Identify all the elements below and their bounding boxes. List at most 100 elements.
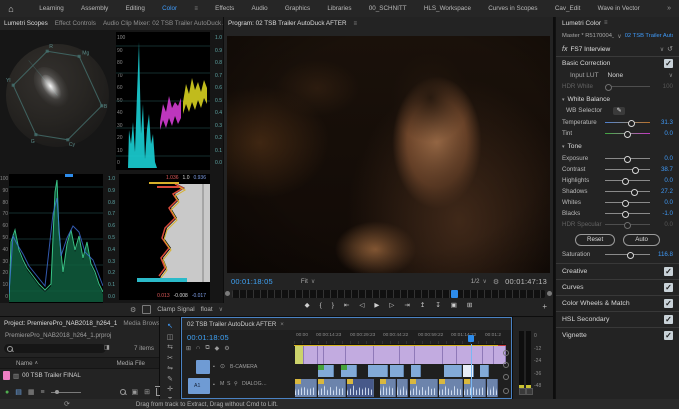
timeline-timecode[interactable]: 00:01:18:05 [187,333,229,342]
track-lock-icon[interactable]: ▪ [213,382,215,388]
hdr-specular-value[interactable]: 0.0 [655,221,673,228]
label-color-chip[interactable] [3,371,10,380]
blacks-slider[interactable] [605,213,650,214]
cutaway-clip[interactable] [480,365,489,377]
whites-slider-knob[interactable] [622,200,629,207]
filter-inout-button[interactable]: ◨ [104,344,110,351]
workspace-tab-audio[interactable]: Audio [252,5,268,12]
slip-tool[interactable]: ⇋ [167,365,173,373]
program-monitor-title[interactable]: Program: 02 TSB Trailer AutoDuck AFTER [228,20,347,27]
track-select-tool[interactable]: ◫ [167,334,174,342]
razor-tool[interactable]: ✂ [167,355,173,363]
step-back-button[interactable]: ◁ [357,300,366,312]
project-writable-toggle[interactable]: ● [5,389,9,396]
scopes-wrench-icon[interactable]: ⚙ [130,306,136,314]
solo-button[interactable]: S [227,381,230,387]
whites-value[interactable]: 0.0 [655,199,673,206]
workspace-tab-hls-workspace[interactable]: HLS_Workspace [424,5,471,12]
video-track-target-v1[interactable] [196,360,210,374]
cutaway-clip[interactable] [368,365,388,377]
audio-clip[interactable] [439,379,463,397]
contrast-value[interactable]: 38.7 [655,166,673,173]
contrast-slider[interactable] [605,169,650,170]
chevron-down-icon[interactable]: ∨ [660,46,664,53]
mark-in-button[interactable]: { [318,300,324,312]
video-clip[interactable] [483,346,494,364]
video-clip[interactable] [346,346,374,364]
shadows-slider[interactable] [605,191,650,192]
video-clip[interactable] [415,346,443,364]
auto-button[interactable]: Auto [623,234,660,245]
audio-clip[interactable] [487,379,498,397]
timeline-settings-button[interactable]: ⚙ [224,345,229,352]
blacks-slider-knob[interactable] [622,211,629,218]
workspace-tab-libraries[interactable]: Libraries [327,5,351,12]
shadows-value[interactable]: 27.2 [655,188,673,195]
cutaway-clip[interactable] [341,365,357,377]
workspace-tab-assembly[interactable]: Assembly [81,5,108,12]
hdr-specular-slider[interactable] [605,224,650,225]
home-icon[interactable]: ⌂ [0,4,22,14]
find-icon[interactable] [120,389,126,395]
track-scroll-knob[interactable] [503,388,509,394]
section-creative[interactable]: Creative✓ [556,263,679,279]
thumbnail-zoom-slider[interactable] [51,392,81,393]
workspace-tab-editing[interactable]: Editing [126,5,145,12]
tab-project[interactable]: Project: PremierePro_NAB2018_h264_1 [4,320,117,327]
lumetri-color-tab[interactable]: Lumetri Color [562,20,601,27]
media-item-title[interactable]: 00 TSB Trailer FINAL [22,372,81,379]
sort-icons-button[interactable]: ≡ [40,389,44,396]
master-clip-selector[interactable]: Master * R5170004_180… [562,33,614,39]
timeline-ruler[interactable]: 00:0000:00:14:2300:00:29:2300:00:44:2200… [294,331,506,345]
list-view-button[interactable]: ▤ [15,388,22,396]
panel-menu-icon[interactable]: ≡ [354,21,358,27]
new-bin-button[interactable]: ▣ [132,388,139,396]
timeline-tab[interactable]: 02 TSB Trailer AutoDuck AFTER [187,321,276,328]
workspace-overflow-icon[interactable]: » [667,5,679,12]
video-clip[interactable] [443,346,457,364]
workspace-tab-color[interactable]: Color [162,5,177,12]
workspace-tab-wave-in-vector[interactable]: Wave in Vector [598,5,640,12]
exposure-value[interactable]: 0.0 [655,155,673,162]
white-balance-header[interactable]: White Balance [568,96,611,103]
basic-correction-checkbox[interactable]: ✓ [664,59,673,68]
highlights-value[interactable]: 0.0 [655,177,673,184]
audio-clip[interactable] [347,379,374,397]
hdr-white-slider[interactable] [605,86,650,87]
track-scroll-knob[interactable] [503,374,509,380]
audio-clip[interactable] [295,379,317,397]
meter-solo-left[interactable] [519,388,526,395]
cutaway-clip[interactable] [411,365,421,377]
workspace-tab-cav-edit[interactable]: Cav_Edit [555,5,581,12]
selection-tool[interactable]: ↖ [167,323,173,331]
tint-slider-knob[interactable] [624,131,631,138]
snap-button[interactable]: ∩ [196,345,200,352]
track-eye-icon[interactable]: ⊙ [220,363,225,370]
timeline-playhead[interactable] [471,344,472,398]
add-marker-button[interactable]: ◆ [215,345,220,352]
go-to-in-button[interactable]: ⇤ [342,300,351,312]
step-forward-button[interactable]: ▷ [387,300,396,312]
reset-effect-icon[interactable]: ↺ [667,45,673,53]
export-frame-button[interactable]: ▣ [449,300,459,312]
cutaway-clip[interactable] [318,365,334,377]
program-timecode[interactable]: 00:01:18:05 [231,277,273,286]
track-scroll-knob[interactable] [503,350,509,356]
section-checkbox[interactable]: ✓ [664,315,673,324]
bit-depth-select[interactable]: float [201,306,213,313]
cutaway-clip[interactable] [463,365,474,377]
mark-out-button[interactable]: } [330,300,336,312]
program-scrubber[interactable] [232,290,545,298]
project-media-row[interactable]: ▥ 00 TSB Trailer FINAL [0,369,162,382]
shadows-slider-knob[interactable] [631,189,638,196]
button-editor-plus[interactable]: + [542,302,547,311]
tab-media-browser[interactable]: Media Browser [123,320,159,327]
cutaway-clip[interactable] [390,365,404,377]
tab-audio-clip-mixer[interactable]: Audio Clip Mixer: 02 TSB Trailer AutoDuc… [103,20,223,27]
timeline-display-settings-button[interactable]: ⊞ [186,345,191,352]
audio-clip[interactable] [380,379,396,397]
exposure-slider-knob[interactable] [624,156,631,163]
workspace-tab-learning[interactable]: Learning [39,5,64,12]
tab-effect-controls[interactable]: Effect Controls [55,20,96,27]
close-icon[interactable]: × [280,321,284,328]
